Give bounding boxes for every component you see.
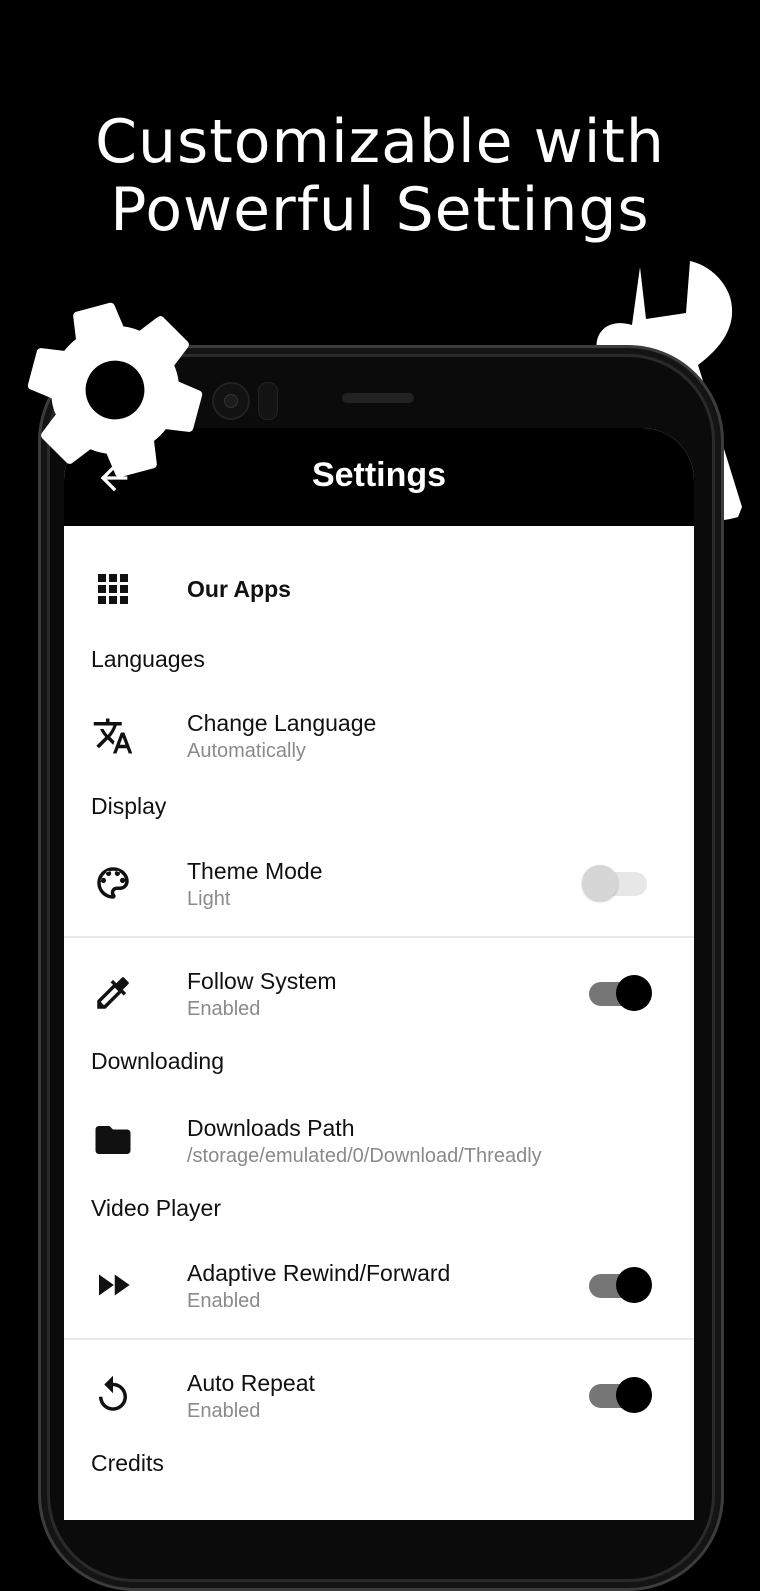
promo-headline: Customizable with Powerful Settings <box>0 108 760 244</box>
auto-repeat-subtitle: Enabled <box>187 1400 261 1422</box>
adaptive-rewind-title: Adaptive Rewind/Forward <box>187 1260 451 1286</box>
sensor-icon <box>258 382 278 420</box>
theme-mode-title: Theme Mode <box>187 858 323 884</box>
replay-icon <box>99 1375 127 1411</box>
follow-system-item[interactable]: Follow System Enabled <box>64 956 694 1032</box>
theme-mode-toggle[interactable] <box>582 863 654 903</box>
toggle-thumb <box>616 1267 652 1303</box>
our-apps-label: Our Apps <box>187 576 291 602</box>
headline-line-2: Powerful Settings <box>110 175 650 245</box>
follow-system-title: Follow System <box>187 968 337 994</box>
auto-repeat-toggle[interactable] <box>584 1375 654 1415</box>
apps-grid-icon <box>98 574 128 604</box>
folder-icon <box>95 1126 131 1154</box>
auto-repeat-title: Auto Repeat <box>187 1370 315 1396</box>
toggle-thumb <box>616 975 652 1011</box>
theme-mode-item[interactable]: Theme Mode Light <box>64 846 694 922</box>
divider <box>64 936 694 938</box>
palette-icon <box>97 867 129 899</box>
adaptive-rewind-item[interactable]: Adaptive Rewind/Forward Enabled <box>64 1248 694 1324</box>
toggle-thumb <box>582 865 618 901</box>
follow-system-toggle[interactable] <box>584 973 654 1013</box>
section-video-player: Video Player <box>91 1195 221 1221</box>
adaptive-rewind-toggle[interactable] <box>584 1265 654 1305</box>
toggle-thumb <box>616 1377 652 1413</box>
our-apps-item[interactable]: Our Apps <box>64 556 694 622</box>
downloads-path-item[interactable]: Downloads Path /storage/emulated/0/Downl… <box>64 1103 694 1179</box>
fast-forward-icon <box>99 1274 130 1296</box>
headline-line-1: Customizable with <box>95 107 665 177</box>
eyedropper-icon <box>97 977 129 1009</box>
downloads-path-subtitle: /storage/emulated/0/Download/Threadly <box>187 1145 542 1167</box>
translate-icon <box>93 718 133 754</box>
change-language-subtitle: Automatically <box>187 740 306 762</box>
theme-mode-subtitle: Light <box>187 888 231 910</box>
section-downloading: Downloading <box>91 1048 224 1074</box>
follow-system-subtitle: Enabled <box>187 998 261 1020</box>
divider <box>64 1338 694 1340</box>
auto-repeat-item[interactable]: Auto Repeat Enabled <box>64 1358 694 1434</box>
earpiece-speaker <box>342 393 414 403</box>
adaptive-rewind-subtitle: Enabled <box>187 1290 261 1312</box>
downloads-path-title: Downloads Path <box>187 1115 355 1141</box>
section-display: Display <box>91 793 167 819</box>
settings-screen: Settings Our Apps Languages Change Langu… <box>64 428 694 1520</box>
section-languages: Languages <box>91 646 205 672</box>
change-language-title: Change Language <box>187 710 377 736</box>
change-language-item[interactable]: Change Language Automatically <box>64 698 694 774</box>
section-credits: Credits <box>91 1450 164 1476</box>
